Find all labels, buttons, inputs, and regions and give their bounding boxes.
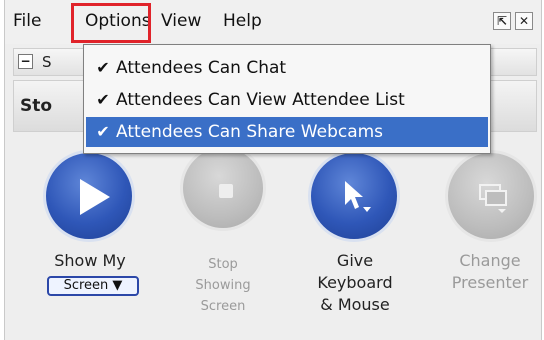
check-icon: ✔ <box>96 58 110 77</box>
give-control-caption: Give Keyboard & Mouse <box>290 250 420 316</box>
section-title: S <box>42 53 52 71</box>
menu-item-label: Attendees Can Chat <box>116 58 287 78</box>
popout-icon[interactable]: ⇱ <box>493 12 511 30</box>
menu-view[interactable]: View <box>161 9 201 33</box>
menu-item-label: Attendees Can Share Webcams <box>116 122 384 142</box>
meeting-panel-window: File Options View Help ⇱ ✕ − S Sto Show … <box>4 0 542 340</box>
play-icon <box>80 179 110 215</box>
change-presenter-caption: Change Presenter <box>433 250 544 294</box>
change-label-line2: Presenter <box>451 273 529 292</box>
show-my-label: Show My <box>54 251 126 270</box>
options-dropdown-menu: ✔ Attendees Can Chat ✔ Attendees Can Vie… <box>83 44 491 154</box>
give-label-line3: & Mouse <box>320 295 390 314</box>
menu-bar: File Options View Help ⇱ ✕ <box>5 0 541 44</box>
stop-label-line2: Showing <box>195 278 251 293</box>
options-annotation-box <box>71 3 151 43</box>
cursor-icon <box>345 181 371 212</box>
stop-icon <box>219 184 233 198</box>
menu-item-attendees-can-share-webcams[interactable]: ✔ Attendees Can Share Webcams <box>86 117 488 147</box>
stop-showing-button <box>180 145 266 231</box>
menu-help[interactable]: Help <box>223 9 262 33</box>
give-label-line1: Give <box>336 251 374 270</box>
menu-item-attendees-can-chat[interactable]: ✔ Attendees Can Chat <box>86 53 488 83</box>
change-presenter-button <box>445 150 537 242</box>
menu-item-attendees-can-view-list[interactable]: ✔ Attendees Can View Attendee List <box>86 85 488 115</box>
give-label-line2: Keyboard <box>317 273 393 292</box>
presenter-icon <box>479 184 507 213</box>
menu-item-label: Attendees Can View Attendee List <box>116 90 405 110</box>
collapse-icon[interactable]: − <box>18 54 33 69</box>
check-icon: ✔ <box>96 90 110 109</box>
menu-file[interactable]: File <box>13 9 41 33</box>
close-icon[interactable]: ✕ <box>515 12 533 30</box>
show-screen-button[interactable] <box>43 150 135 242</box>
stop-label-line3: Screen <box>200 299 246 314</box>
check-icon: ✔ <box>96 122 110 141</box>
stop-label-line1: Stop <box>208 257 238 272</box>
give-control-button[interactable] <box>308 150 400 242</box>
change-label-line1: Change <box>459 251 521 270</box>
stop-showing-caption: Stop Showing Screen <box>165 254 281 317</box>
status-text: Sto <box>20 96 53 116</box>
screen-dropdown[interactable]: Screen ▼ <box>47 276 139 296</box>
show-screen-caption: Show My <box>35 250 145 272</box>
